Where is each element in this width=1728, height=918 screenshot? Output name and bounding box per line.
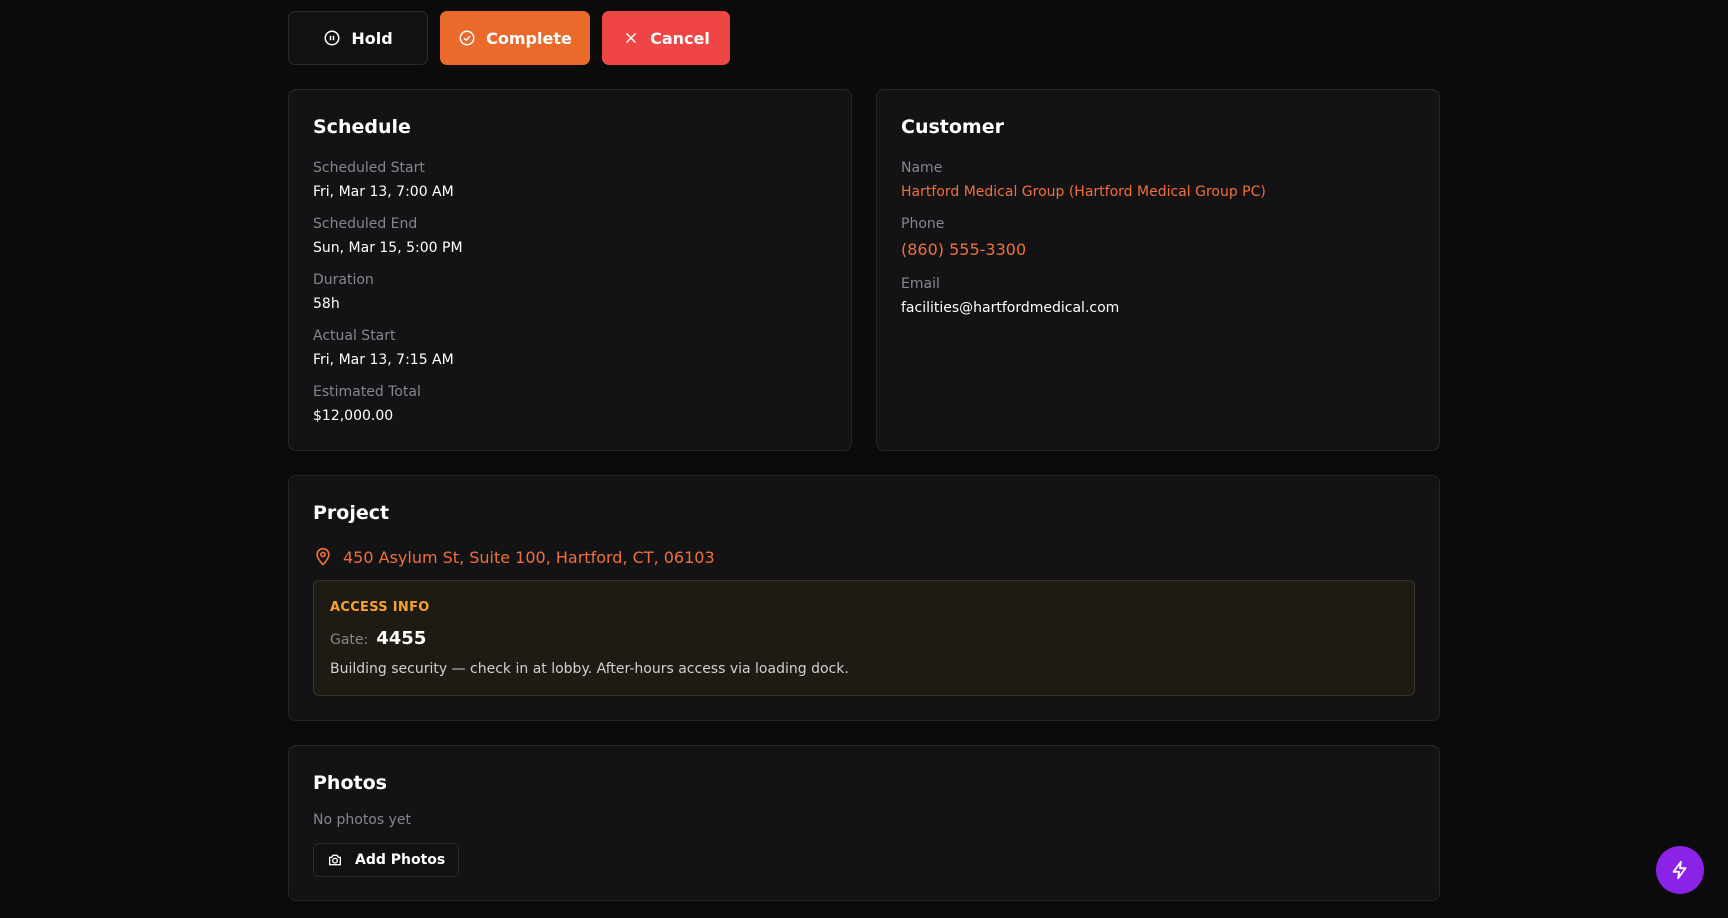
customer-email-link[interactable]: facilities@hartfordmedical.com — [901, 300, 1119, 316]
customer-name-link[interactable]: Hartford Medical Group (Hartford Medical… — [901, 184, 1266, 200]
customer-card: Customer Name Hartford Medical Group (Ha… — [876, 89, 1440, 451]
duration-label: Duration — [313, 272, 374, 288]
duration-value: 58h — [313, 296, 340, 312]
gate-row: Gate: 4455 — [330, 628, 426, 649]
gate-code: 4455 — [376, 628, 427, 649]
project-address: 450 Asylum St, Suite 100, Hartford, CT, … — [343, 547, 715, 567]
hold-button-label: Hold — [351, 28, 393, 48]
customer-email-label: Email — [901, 276, 940, 292]
check-circle-icon — [459, 30, 475, 46]
lightning-icon — [1672, 860, 1687, 880]
schedule-card: Schedule Scheduled Start Fri, Mar 13, 7:… — [288, 89, 852, 451]
pause-circle-icon — [324, 30, 340, 46]
customer-title: Customer — [901, 116, 1004, 138]
job-detail-page: Hold Complete Cancel Schedule Scheduled … — [0, 0, 1728, 918]
actual-start-label: Actual Start — [313, 328, 396, 344]
complete-button[interactable]: Complete — [440, 11, 590, 65]
photos-card: Photos No photos yet Add Photos — [288, 745, 1440, 901]
project-title: Project — [313, 502, 390, 524]
customer-name-label: Name — [901, 160, 943, 176]
estimated-total-label: Estimated Total — [313, 384, 421, 400]
scheduled-end-label: Scheduled End — [313, 216, 418, 232]
scheduled-start-label: Scheduled Start — [313, 160, 425, 176]
access-info-box: ACCESS INFO Gate: 4455 Building security… — [313, 580, 1415, 696]
cancel-button[interactable]: Cancel — [602, 11, 730, 65]
close-icon — [626, 32, 637, 44]
add-photos-button[interactable]: Add Photos — [313, 843, 460, 877]
photos-empty-text: No photos yet — [313, 812, 411, 828]
scheduled-start-value: Fri, Mar 13, 7:00 AM — [313, 184, 454, 200]
access-note: Building security — check in at lobby. A… — [330, 661, 849, 677]
add-photos-label: Add Photos — [355, 852, 446, 868]
scheduled-end-value: Sun, Mar 15, 5:00 PM — [313, 240, 463, 256]
cancel-button-label: Cancel — [650, 28, 710, 48]
schedule-title: Schedule — [313, 116, 411, 138]
access-info-title: ACCESS INFO — [330, 600, 430, 615]
complete-button-label: Complete — [486, 28, 572, 48]
project-address-link[interactable]: 450 Asylum St, Suite 100, Hartford, CT, … — [313, 547, 715, 567]
customer-phone-label: Phone — [901, 216, 945, 232]
job-actions: Hold Complete Cancel — [288, 11, 730, 65]
camera-icon — [329, 854, 341, 866]
map-pin-icon — [316, 547, 330, 566]
photos-title: Photos — [313, 772, 387, 794]
hold-button[interactable]: Hold — [288, 11, 428, 65]
gate-label: Gate: — [330, 632, 369, 648]
project-card: Project 450 Asylum St, Suite 100, Hartfo… — [288, 475, 1440, 721]
actual-start-value: Fri, Mar 13, 7:15 AM — [313, 352, 454, 368]
quick-action-fab[interactable] — [1656, 846, 1704, 894]
estimated-total-value: $12,000.00 — [313, 408, 394, 424]
customer-phone-link[interactable]: (860) 555-3300 — [901, 240, 1026, 259]
